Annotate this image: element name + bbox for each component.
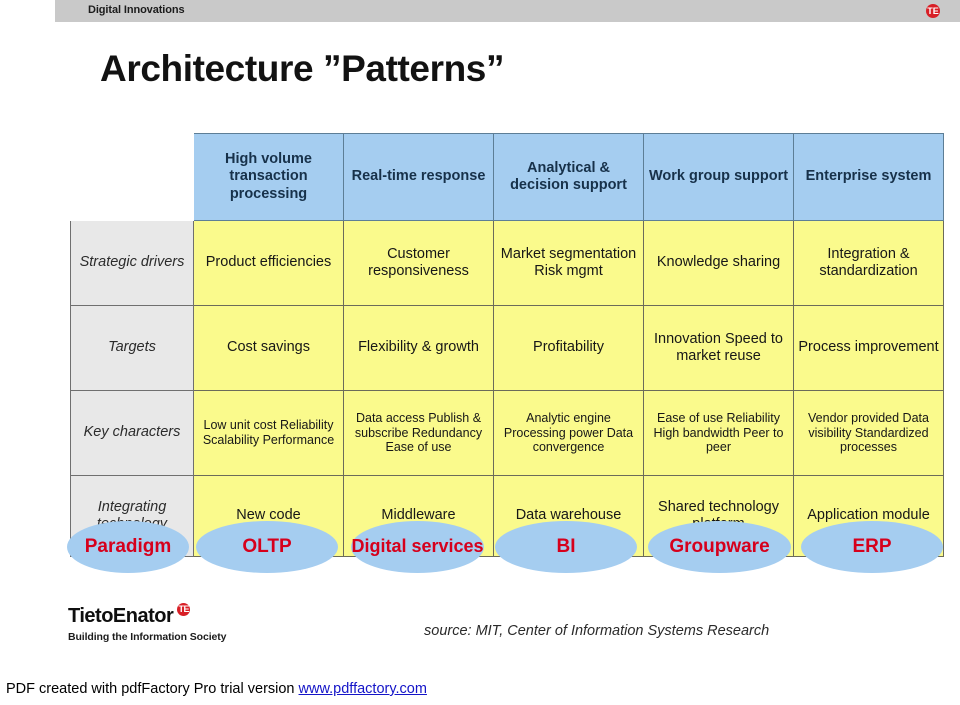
tietoenator-footer-logo: TietoEnator TE Building the Information … — [68, 603, 268, 643]
column-header-high-volume-transaction-processing: High volume transaction processing — [193, 133, 344, 221]
page-title: Architecture ”Patterns” — [100, 48, 505, 89]
pdf-watermark: PDF created with pdfFactory Pro trial ve… — [6, 681, 427, 697]
table-row: Key characters Low unit cost Reliability… — [70, 390, 944, 476]
paradigm-groupware: Groupware — [648, 521, 791, 573]
tietoenator-wordmark: TietoEnator TE — [68, 603, 191, 628]
paradigm-bi: BI — [495, 521, 637, 573]
table-row: Targets Cost savings Flexibility & growt… — [70, 305, 944, 391]
table-cell: Integration & standardization — [793, 220, 944, 306]
matrix-corner-cell — [70, 133, 194, 221]
paradigm-label-paradigm: Paradigm — [67, 521, 189, 573]
table-cell: Knowledge sharing — [643, 220, 794, 306]
table-cell: Low unit cost Reliability Scalability Pe… — [193, 390, 344, 476]
top-header-band: Digital Innovations TE — [55, 0, 960, 22]
architecture-patterns-matrix: High volume transaction processing Real-… — [70, 133, 944, 557]
tietoenator-mark-icon: TE — [177, 603, 191, 616]
tietoenator-tagline: Building the Information Society — [68, 631, 227, 643]
column-header-enterprise-system: Enterprise system — [793, 133, 944, 221]
table-cell: Flexibility & growth — [343, 305, 494, 391]
header-band-title: Digital Innovations — [88, 4, 185, 16]
table-cell: Innovation Speed to market reuse — [643, 305, 794, 391]
table-cell: Vendor provided Data visibility Standard… — [793, 390, 944, 476]
column-header-real-time-response: Real-time response — [343, 133, 494, 221]
table-row: Strategic drivers Product efficiencies C… — [70, 220, 944, 306]
row-label-key-characters: Key characters — [70, 390, 194, 476]
table-cell: Market segmentation Risk mgmt — [493, 220, 644, 306]
table-cell: Profitability — [493, 305, 644, 391]
tietoenator-brand-text: TietoEnator — [68, 605, 174, 627]
table-cell: Process improvement — [793, 305, 944, 391]
paradigm-oltp: OLTP — [196, 521, 338, 573]
column-header-work-group-support: Work group support — [643, 133, 794, 221]
paradigm-erp: ERP — [801, 521, 943, 573]
table-cell: Analytic engine Processing power Data co… — [493, 390, 644, 476]
table-cell: Cost savings — [193, 305, 344, 391]
pdf-watermark-text: PDF created with pdfFactory Pro trial ve… — [6, 681, 299, 697]
row-label-targets: Targets — [70, 305, 194, 391]
tietoenator-logo-icon: TE — [926, 4, 940, 18]
row-label-strategic-drivers: Strategic drivers — [70, 220, 194, 306]
column-header-analytical-decision-support: Analytical & decision support — [493, 133, 644, 221]
table-cell: Customer responsiveness — [343, 220, 494, 306]
matrix-header-row: High volume transaction processing Real-… — [70, 133, 944, 221]
paradigm-digital-services: Digital services — [351, 521, 484, 573]
paradigm-row: Paradigm OLTP Digital services BI Groupw… — [67, 521, 943, 577]
table-cell: Ease of use Reliability High bandwidth P… — [643, 390, 794, 476]
pdf-watermark-link[interactable]: www.pdffactory.com — [299, 681, 427, 697]
source-attribution: source: MIT, Center of Information Syste… — [424, 623, 770, 639]
table-cell: Product efficiencies — [193, 220, 344, 306]
table-cell: Data access Publish & subscribe Redundan… — [343, 390, 494, 476]
